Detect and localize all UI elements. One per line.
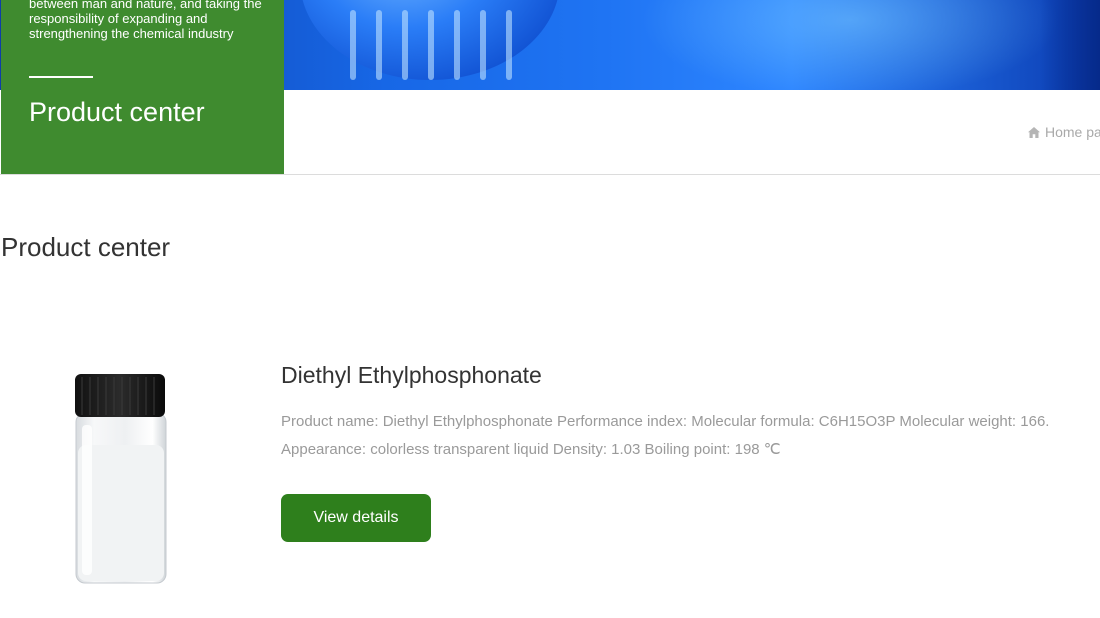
view-details-button[interactable]: View details (281, 494, 431, 542)
product-title-link[interactable]: Diethyl Ethylphosphonate (281, 360, 542, 390)
banner-slogan: between man and nature, and taking the r… (29, 0, 262, 41)
header-divider (0, 174, 1100, 175)
slogan-divider (29, 76, 93, 78)
product-description-line: Appearance: colorless transparent liquid… (281, 441, 781, 458)
section-header-title: Product center (29, 97, 205, 127)
banner-glow (640, 0, 1060, 90)
banner-edge-shadow (1040, 0, 1100, 90)
product-description-line: Product name: Diethyl Ethylphosphonate P… (281, 413, 1050, 430)
product-description: Product name: Diethyl Ethylphosphonate P… (281, 408, 1100, 464)
breadcrumb-home-link[interactable]: Home pa (1045, 124, 1100, 140)
banner-cap-ribs (350, 10, 530, 80)
section-header-block: between man and nature, and taking the r… (1, 0, 284, 174)
home-icon (1028, 126, 1040, 138)
product-image[interactable] (60, 365, 180, 590)
breadcrumb: Home pa (1028, 124, 1100, 140)
page-title: Product center (1, 232, 171, 262)
